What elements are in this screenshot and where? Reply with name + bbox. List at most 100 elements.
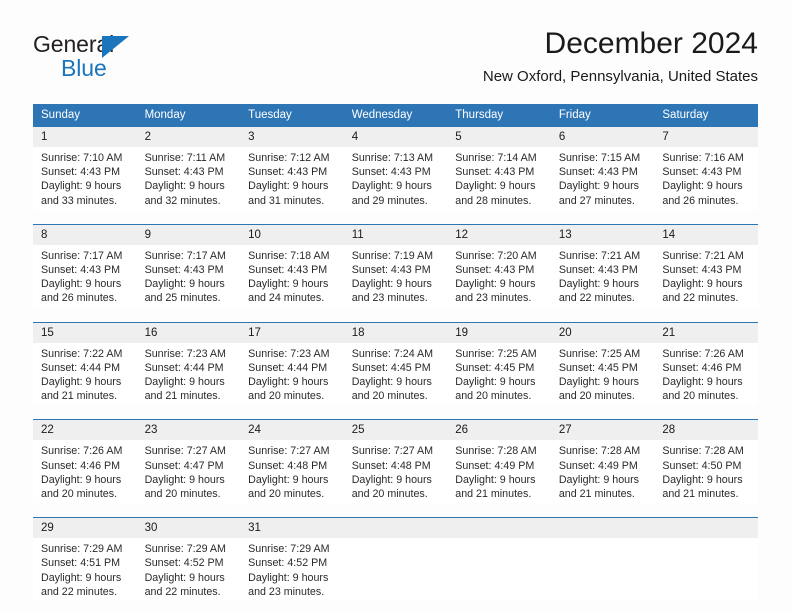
- sunrise-text: Sunrise: 7:25 AM: [455, 347, 537, 360]
- day-cell[interactable]: 11 Sunrise: 7:19 AM Sunset: 4:43 PM Dayl…: [343, 223, 448, 308]
- day-number: 20: [550, 322, 655, 343]
- week-row: 1 Sunrise: 7:10 AM Sunset: 4:43 PM Dayli…: [33, 127, 758, 210]
- day-number: 10: [240, 224, 344, 245]
- week-row: 29 Sunrise: 7:29 AM Sunset: 4:51 PM Dayl…: [33, 517, 758, 602]
- daylight-text-line1: Daylight: 9 hours: [662, 376, 743, 389]
- day-cell[interactable]: 23 Sunrise: 7:27 AM Sunset: 4:47 PM Dayl…: [136, 419, 241, 504]
- day-cell[interactable]: 3 Sunrise: 7:12 AM Sunset: 4:43 PM Dayli…: [240, 127, 344, 210]
- sunrise-text: Sunrise: 7:23 AM: [144, 347, 226, 360]
- day-cell[interactable]: 20 Sunrise: 7:25 AM Sunset: 4:45 PM Dayl…: [550, 321, 655, 406]
- day-details: Sunrise: 7:16 AM Sunset: 4:43 PM Dayligh…: [654, 147, 758, 210]
- day-cell[interactable]: 5 Sunrise: 7:14 AM Sunset: 4:43 PM Dayli…: [447, 127, 551, 210]
- day-number: 22: [33, 420, 137, 441]
- day-cell[interactable]: 10 Sunrise: 7:18 AM Sunset: 4:43 PM Dayl…: [240, 223, 344, 308]
- day-cell[interactable]: 8 Sunrise: 7:17 AM Sunset: 4:43 PM Dayli…: [33, 223, 137, 308]
- week-row: 22 Sunrise: 7:26 AM Sunset: 4:46 PM Dayl…: [33, 419, 758, 504]
- daylight-text-line2: and 20 minutes.: [248, 488, 325, 501]
- daylight-text-line1: Daylight: 9 hours: [662, 473, 743, 486]
- daylight-text-line2: and 29 minutes.: [351, 194, 428, 207]
- day-cell[interactable]: 30 Sunrise: 7:29 AM Sunset: 4:52 PM Dayl…: [136, 517, 241, 602]
- day-cell[interactable]: 7 Sunrise: 7:16 AM Sunset: 4:43 PM Dayli…: [654, 127, 758, 210]
- day-cell[interactable]: 29 Sunrise: 7:29 AM Sunset: 4:51 PM Dayl…: [33, 517, 137, 602]
- general-blue-logo[interactable]: General Blue: [33, 33, 263, 80]
- day-cell[interactable]: 28 Sunrise: 7:28 AM Sunset: 4:50 PM Dayl…: [654, 419, 758, 504]
- day-details: Sunrise: 7:28 AM Sunset: 4:49 PM Dayligh…: [551, 440, 655, 503]
- sunrise-text: Sunrise: 7:26 AM: [662, 347, 744, 360]
- day-number: 4: [343, 127, 448, 147]
- day-cell[interactable]: 24 Sunrise: 7:27 AM Sunset: 4:48 PM Dayl…: [240, 419, 344, 504]
- sunset-text: Sunset: 4:43 PM: [41, 166, 121, 179]
- daylight-text-line1: Daylight: 9 hours: [144, 473, 225, 486]
- day-cell[interactable]: 25 Sunrise: 7:27 AM Sunset: 4:48 PM Dayl…: [343, 419, 448, 504]
- day-details: Sunrise: 7:22 AM Sunset: 4:44 PM Dayligh…: [33, 343, 137, 406]
- day-details: Sunrise: 7:13 AM Sunset: 4:43 PM Dayligh…: [344, 147, 448, 210]
- sunset-text: Sunset: 4:44 PM: [248, 361, 328, 374]
- day-cell[interactable]: 26 Sunrise: 7:28 AM Sunset: 4:49 PM Dayl…: [447, 419, 551, 504]
- sunset-text: Sunset: 4:45 PM: [558, 361, 638, 374]
- day-cell[interactable]: 13 Sunrise: 7:21 AM Sunset: 4:43 PM Dayl…: [550, 223, 655, 308]
- day-cell[interactable]: 6 Sunrise: 7:15 AM Sunset: 4:43 PM Dayli…: [550, 127, 655, 210]
- sunrise-text: Sunrise: 7:29 AM: [41, 543, 123, 556]
- day-cell[interactable]: 4 Sunrise: 7:13 AM Sunset: 4:43 PM Dayli…: [343, 127, 448, 210]
- weekday-header-friday: Friday: [550, 104, 655, 127]
- day-details: Sunrise: 7:21 AM Sunset: 4:43 PM Dayligh…: [551, 245, 655, 308]
- day-cell[interactable]: 27 Sunrise: 7:28 AM Sunset: 4:49 PM Dayl…: [550, 419, 655, 504]
- day-cell[interactable]: 19 Sunrise: 7:25 AM Sunset: 4:45 PM Dayl…: [447, 321, 551, 406]
- week-row: 8 Sunrise: 7:17 AM Sunset: 4:43 PM Dayli…: [33, 223, 758, 308]
- day-details: Sunrise: 7:23 AM Sunset: 4:44 PM Dayligh…: [137, 343, 241, 406]
- daylight-text-line2: and 20 minutes.: [351, 390, 428, 403]
- sunrise-text: Sunrise: 7:27 AM: [248, 445, 330, 458]
- sunset-text: Sunset: 4:43 PM: [144, 264, 224, 277]
- daylight-text-line2: and 27 minutes.: [558, 194, 635, 207]
- day-cell-empty: [550, 517, 655, 602]
- daylight-text-line1: Daylight: 9 hours: [455, 473, 536, 486]
- daylight-text-line2: and 24 minutes.: [248, 292, 325, 305]
- daylight-text-line1: Daylight: 9 hours: [662, 180, 743, 193]
- daylight-text-line2: and 22 minutes.: [662, 292, 739, 305]
- day-cell[interactable]: 1 Sunrise: 7:10 AM Sunset: 4:43 PM Dayli…: [33, 127, 137, 210]
- day-cell[interactable]: 18 Sunrise: 7:24 AM Sunset: 4:45 PM Dayl…: [343, 321, 448, 406]
- day-cell[interactable]: 2 Sunrise: 7:11 AM Sunset: 4:43 PM Dayli…: [136, 127, 241, 210]
- daylight-text-line2: and 21 minutes.: [558, 488, 635, 501]
- day-cell[interactable]: 21 Sunrise: 7:26 AM Sunset: 4:46 PM Dayl…: [654, 321, 758, 406]
- day-details: [447, 538, 551, 600]
- day-details: Sunrise: 7:18 AM Sunset: 4:43 PM Dayligh…: [240, 245, 344, 308]
- location-subtitle: New Oxford, Pennsylvania, United States: [482, 68, 758, 85]
- daylight-text-line1: Daylight: 9 hours: [248, 473, 329, 486]
- calendar-page: General Blue December 2024 New Oxford, P…: [0, 0, 792, 612]
- day-number: 6: [550, 127, 655, 147]
- sunrise-sunset-calendar: Sunday Monday Tuesday Wednesday Thursday…: [33, 104, 758, 602]
- day-details: Sunrise: 7:26 AM Sunset: 4:46 PM Dayligh…: [33, 440, 137, 503]
- day-details: Sunrise: 7:12 AM Sunset: 4:43 PM Dayligh…: [240, 147, 344, 210]
- day-cell[interactable]: 9 Sunrise: 7:17 AM Sunset: 4:43 PM Dayli…: [136, 223, 241, 308]
- day-details: [344, 538, 448, 600]
- day-cell-empty: [654, 517, 758, 602]
- daylight-text-line2: and 23 minutes.: [455, 292, 532, 305]
- day-details: Sunrise: 7:27 AM Sunset: 4:47 PM Dayligh…: [137, 440, 241, 503]
- daylight-text-line1: Daylight: 9 hours: [248, 571, 329, 584]
- day-cell[interactable]: 31 Sunrise: 7:29 AM Sunset: 4:52 PM Dayl…: [240, 517, 344, 602]
- day-cell[interactable]: 14 Sunrise: 7:21 AM Sunset: 4:43 PM Dayl…: [654, 223, 758, 308]
- sunset-text: Sunset: 4:43 PM: [455, 166, 535, 179]
- daylight-text-line2: and 26 minutes.: [662, 194, 739, 207]
- sunset-text: Sunset: 4:43 PM: [558, 264, 638, 277]
- weekday-header-thursday: Thursday: [447, 104, 551, 127]
- day-cell[interactable]: 22 Sunrise: 7:26 AM Sunset: 4:46 PM Dayl…: [33, 419, 137, 504]
- daylight-text-line2: and 21 minutes.: [455, 488, 532, 501]
- day-details: Sunrise: 7:15 AM Sunset: 4:43 PM Dayligh…: [551, 147, 655, 210]
- day-cell[interactable]: 17 Sunrise: 7:23 AM Sunset: 4:44 PM Dayl…: [240, 321, 344, 406]
- day-number: 7: [654, 127, 758, 147]
- day-cell[interactable]: 15 Sunrise: 7:22 AM Sunset: 4:44 PM Dayl…: [33, 321, 137, 406]
- week-gap: [33, 209, 758, 225]
- daylight-text-line2: and 22 minutes.: [558, 292, 635, 305]
- week-gap: [33, 307, 758, 323]
- day-cell[interactable]: 12 Sunrise: 7:20 AM Sunset: 4:43 PM Dayl…: [447, 223, 551, 308]
- sunset-text: Sunset: 4:49 PM: [455, 459, 535, 472]
- sunset-text: Sunset: 4:43 PM: [662, 166, 742, 179]
- daylight-text-line2: and 20 minutes.: [41, 488, 118, 501]
- daylight-text-line2: and 22 minutes.: [41, 585, 118, 598]
- daylight-text-line2: and 20 minutes.: [558, 390, 635, 403]
- weekday-header-wednesday: Wednesday: [343, 104, 448, 127]
- day-cell[interactable]: 16 Sunrise: 7:23 AM Sunset: 4:44 PM Dayl…: [136, 321, 241, 406]
- sunset-text: Sunset: 4:43 PM: [558, 166, 638, 179]
